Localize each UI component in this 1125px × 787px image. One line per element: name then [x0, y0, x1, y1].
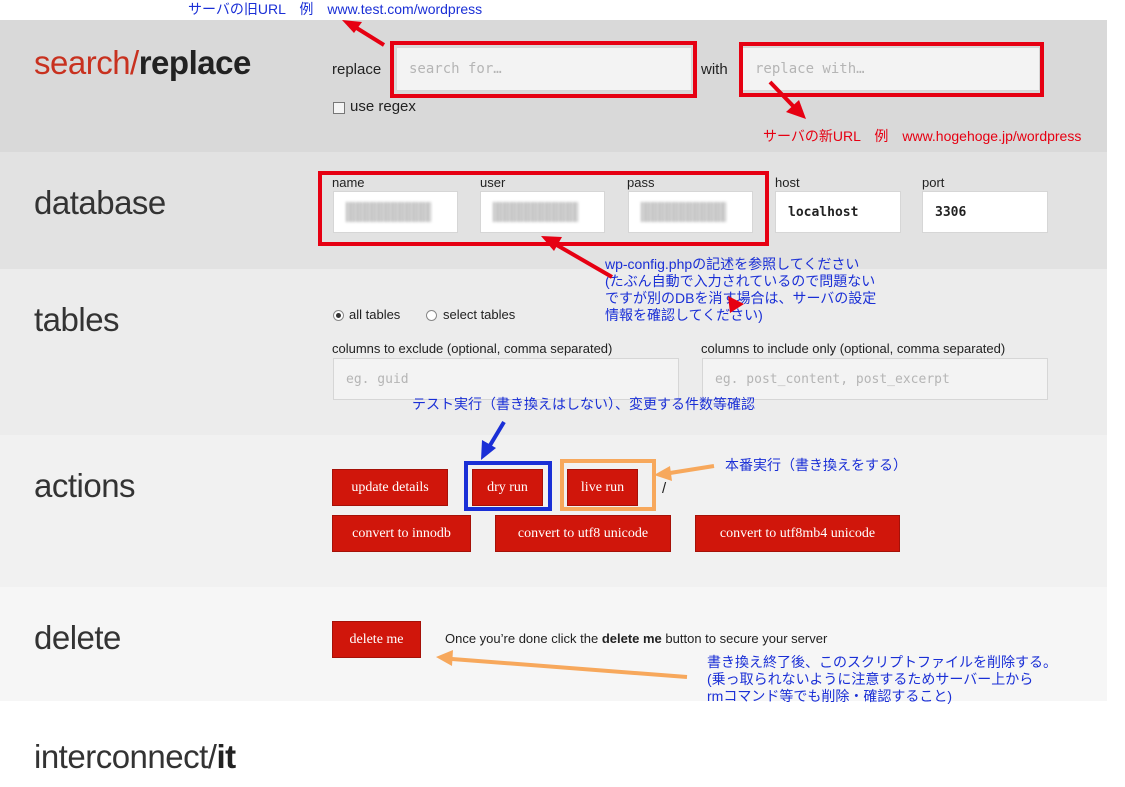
dry-run-button[interactable]: dry run: [472, 469, 543, 506]
convert-innodb-button[interactable]: convert to innodb: [332, 515, 471, 552]
tables-title: tables: [34, 301, 120, 338]
include-columns-input[interactable]: eg. post_content, post_excerpt: [702, 358, 1048, 400]
screenshot-canvas: search/replace replace search for… with …: [0, 0, 1125, 787]
with-label: with: [701, 61, 728, 78]
blurred-value: [493, 202, 578, 222]
footer-brand: interconnect/it: [34, 738, 236, 776]
annotation-old-url: サーバの旧URL 例 www.test.com/wordpress: [188, 1, 483, 17]
update-details-button[interactable]: update details: [332, 469, 448, 506]
use-regex-label: use regex: [350, 98, 416, 115]
use-regex-checkbox[interactable]: [333, 102, 345, 114]
actions-title: actions: [34, 467, 136, 504]
delete-title: delete: [34, 619, 121, 656]
db-port-label: port: [922, 175, 945, 190]
blurred-value: [346, 202, 431, 222]
blurred-value: [641, 202, 726, 222]
convert-utf8mb4-button[interactable]: convert to utf8mb4 unicode: [695, 515, 900, 552]
annotation-new-url: サーバの新URL 例 www.hogehoge.jp/wordpress: [763, 128, 1082, 144]
db-pass-label: pass: [627, 175, 655, 190]
select-tables-label: select tables: [443, 307, 516, 322]
search-input[interactable]: search for…: [396, 47, 692, 91]
all-tables-label: all tables: [349, 307, 401, 322]
annotation-db-note: wp-config.phpの記述を参照してください (たぶん自動で入力されている…: [605, 256, 877, 323]
db-host-field[interactable]: localhost: [775, 191, 901, 233]
replace-label: replace: [332, 61, 382, 78]
db-user-label: user: [480, 175, 506, 190]
db-port-field[interactable]: 3306: [922, 191, 1048, 233]
annotation-delete-note: 書き換え終了後、このスクリプトファイルを削除する。 (乗っ取られないように注意す…: [707, 654, 1057, 704]
search-replace-title: search/replace: [34, 44, 251, 81]
brand-it: it: [216, 738, 236, 775]
db-host-label: host: [775, 175, 800, 190]
live-run-button[interactable]: live run: [567, 469, 638, 506]
convert-utf8-button[interactable]: convert to utf8 unicode: [495, 515, 671, 552]
all-tables-radio[interactable]: [333, 310, 344, 321]
db-pass-field[interactable]: [628, 191, 753, 233]
slash-text: /: [662, 480, 667, 497]
replace-input[interactable]: replace with…: [742, 47, 1040, 91]
select-tables-radio[interactable]: [426, 310, 437, 321]
annotation-live-run-note: 本番実行（書き換えをする）: [725, 457, 907, 473]
delete-me-button[interactable]: delete me: [332, 621, 421, 658]
exclude-columns-input[interactable]: eg. guid: [333, 358, 679, 400]
db-name-label: name: [332, 175, 365, 190]
delete-message: Once you’re done click the delete me but…: [445, 631, 828, 646]
exclude-columns-label: columns to exclude (optional, comma sepa…: [332, 341, 613, 356]
include-columns-label: columns to include only (optional, comma…: [701, 341, 1006, 356]
brand-text: interconnect/: [34, 738, 217, 775]
db-user-field[interactable]: [480, 191, 605, 233]
database-title: database: [34, 184, 166, 221]
db-name-field[interactable]: [333, 191, 458, 233]
actions-section: actions: [0, 435, 1107, 587]
annotation-dry-run-note: テスト実行（書き換えはしない）、変更する件数等確認: [412, 396, 755, 412]
